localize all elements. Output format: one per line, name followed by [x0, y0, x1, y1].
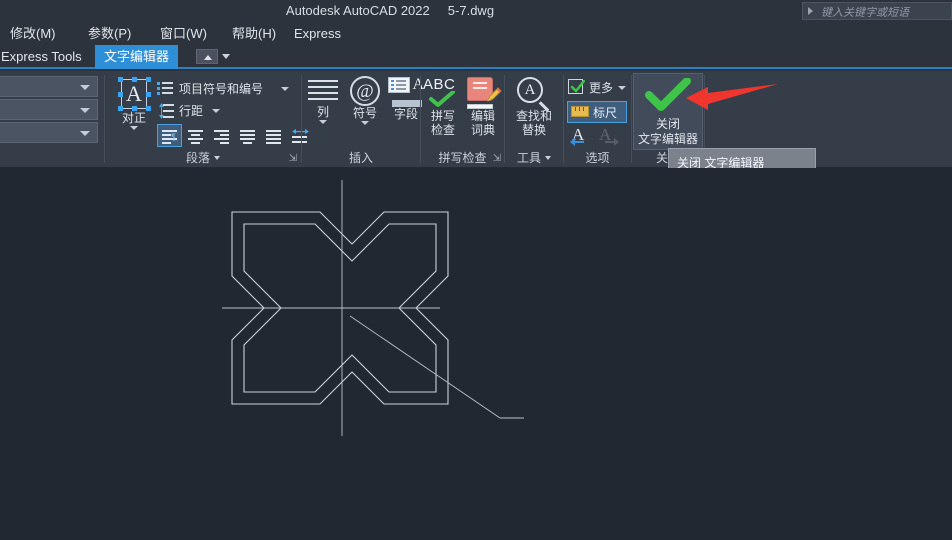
panel-label-spellcheck: 拼写检查 — [438, 151, 487, 165]
ribbon-panel-style — [0, 71, 104, 168]
pencil-icon — [487, 87, 502, 102]
field-insert-icon: A — [388, 76, 424, 107]
chevron-down-icon[interactable] — [319, 120, 327, 124]
title-bar: Autodesk AutoCAD 2022 5-7.dwg 键入关键字或短语 — [0, 0, 952, 22]
ruler-label: 标尺 — [593, 106, 618, 120]
menu-item-help[interactable]: 帮助(H) — [232, 22, 276, 45]
align-center-button[interactable] — [183, 124, 208, 147]
symbol-label: 符号 — [352, 106, 377, 120]
ribbon-panel-paragraph: A 对正 项目符号和编号 行距 ¶ 段落 ⇲ — [105, 71, 309, 168]
more-options-label: 更多 — [589, 81, 614, 95]
justify-glyph: A — [121, 79, 147, 109]
chevron-down-icon[interactable] — [222, 54, 230, 59]
chevron-down-icon[interactable] — [214, 156, 220, 160]
menu-bar: 修改(M) 参数(P) 窗口(W) 帮助(H) Express — [0, 22, 952, 45]
panel-label-tools: 工具 — [505, 149, 563, 166]
more-options-button[interactable]: 更多 — [568, 79, 626, 97]
search-input[interactable]: 键入关键字或短语 — [802, 2, 952, 20]
line-spacing-icon — [157, 103, 175, 119]
ribbon-panel-spellcheck: ABC 拼写 检查 编辑 词典 拼写检查 ⇲ — [421, 71, 504, 168]
close-text-editor-button[interactable]: 关闭 文字编辑器 — [633, 73, 703, 150]
bullets-numbering-icon — [157, 81, 175, 97]
justify-button[interactable]: A 对正 — [108, 77, 160, 130]
line-spacing-label: 行距 — [179, 104, 204, 118]
redo-button: A — [597, 125, 621, 148]
panel-label-options: 选项 — [585, 151, 610, 165]
font-name-combo[interactable] — [0, 99, 98, 120]
menu-item-express[interactable]: Express — [294, 22, 341, 45]
search-placeholder: 键入关键字或短语 — [821, 7, 909, 19]
ribbon-panel-tools: A 查找和 替换 工具 — [505, 71, 563, 168]
chevron-down-icon[interactable] — [130, 126, 138, 130]
panel-label-paragraph: 段落 — [105, 149, 301, 166]
centerlines — [222, 180, 440, 436]
chevron-down-icon[interactable] — [212, 109, 220, 113]
line-spacing-button[interactable]: 行距 — [157, 102, 247, 120]
checkbox-check-icon — [568, 79, 585, 94]
at-symbol-icon: @ — [350, 76, 380, 106]
tab-text-editor[interactable]: 文字编辑器 — [95, 45, 179, 69]
columns-label: 列 — [316, 105, 329, 119]
columns-button[interactable]: 列 — [304, 79, 342, 124]
panel-collapse-icon[interactable] — [196, 49, 218, 64]
undo-button[interactable]: A — [570, 125, 594, 148]
align-right-button[interactable] — [209, 124, 234, 147]
ribbon-tab-strip: Express Tools 文字编辑器 — [0, 45, 952, 69]
menu-item-modify[interactable]: 修改(M) — [10, 22, 56, 45]
chevron-down-icon[interactable] — [618, 86, 626, 90]
ruler-toggle-button[interactable]: 标尺 — [567, 101, 627, 123]
find-replace-button[interactable]: A 查找和 替换 — [507, 77, 561, 137]
green-check-icon — [429, 91, 455, 107]
green-check-icon — [645, 77, 691, 111]
menu-item-window[interactable]: 窗口(W) — [160, 22, 207, 45]
spellcheck-dialog-launcher[interactable]: ⇲ — [493, 153, 501, 164]
align-distributed-button[interactable] — [261, 124, 286, 147]
bullets-numbering-label: 项目符号和编号 — [179, 82, 264, 96]
leader-line — [349, 315, 501, 419]
redo-arrow-icon — [605, 138, 619, 146]
symbol-button[interactable]: @ 符号 — [344, 76, 386, 125]
window-title: Autodesk AutoCAD 2022 5-7.dwg — [285, 3, 495, 18]
spellcheck-label-line1: 拼写 — [430, 109, 455, 123]
ribbon-panel-options: 更多 标尺 A A 选项 — [564, 71, 631, 168]
panel-label-insert: 插入 — [348, 151, 373, 165]
close-label-line2: 文字编辑器 — [637, 132, 698, 146]
drawing-geometry — [222, 180, 524, 436]
text-justify-A-icon: A — [117, 77, 151, 111]
chevron-down-icon[interactable] — [545, 156, 551, 160]
edit-dictionary-label-line1: 编辑 — [470, 109, 495, 123]
undo-arrow-icon — [570, 138, 584, 146]
find-replace-magnifier-icon: A — [517, 77, 551, 112]
justify-label: 对正 — [121, 111, 146, 125]
text-height-combo[interactable] — [0, 122, 98, 143]
chevron-down-icon[interactable] — [361, 121, 369, 125]
find-replace-label-line1: 查找和 — [515, 109, 552, 123]
autocad-window: Autodesk AutoCAD 2022 5-7.dwg 键入关键字或短语 修… — [0, 0, 952, 540]
align-left-button[interactable]: ¶ — [157, 124, 182, 147]
alignment-button-group: ¶ — [157, 124, 313, 147]
edit-dictionary-label-line2: 词典 — [470, 123, 495, 137]
chevron-down-icon[interactable] — [281, 87, 289, 91]
spellcheck-button[interactable]: ABC 拼写 检查 — [422, 76, 464, 137]
align-justify-button[interactable] — [235, 124, 260, 147]
spellcheck-abc-icon: ABC — [423, 76, 463, 109]
ruler-icon — [571, 106, 589, 117]
tab-express-tools[interactable]: Express Tools — [0, 45, 91, 69]
find-replace-label-line2: 替换 — [521, 123, 546, 137]
bullets-numbering-button[interactable]: 项目符号和编号 — [157, 80, 297, 98]
menu-item-params[interactable]: 参数(P) — [88, 22, 131, 45]
drawing-canvas[interactable]: ◀▶ 软件自学网 ◢ — [0, 168, 952, 540]
pilcrow-icon: ¶ — [171, 132, 176, 142]
spellcheck-label-line2: 检查 — [430, 123, 455, 137]
close-label-line1: 关闭 — [655, 117, 680, 131]
paragraph-dialog-launcher[interactable]: ⇲ — [289, 153, 297, 164]
columns-icon — [308, 79, 338, 105]
ribbon-panel-insert: 列 @ 符号 A 字段 插入 — [302, 71, 424, 168]
text-style-combo[interactable] — [0, 76, 98, 97]
triangle-right-icon — [808, 7, 813, 15]
edit-dictionary-button[interactable]: 编辑 词典 — [462, 77, 504, 137]
edit-dictionary-book-icon — [465, 77, 502, 109]
